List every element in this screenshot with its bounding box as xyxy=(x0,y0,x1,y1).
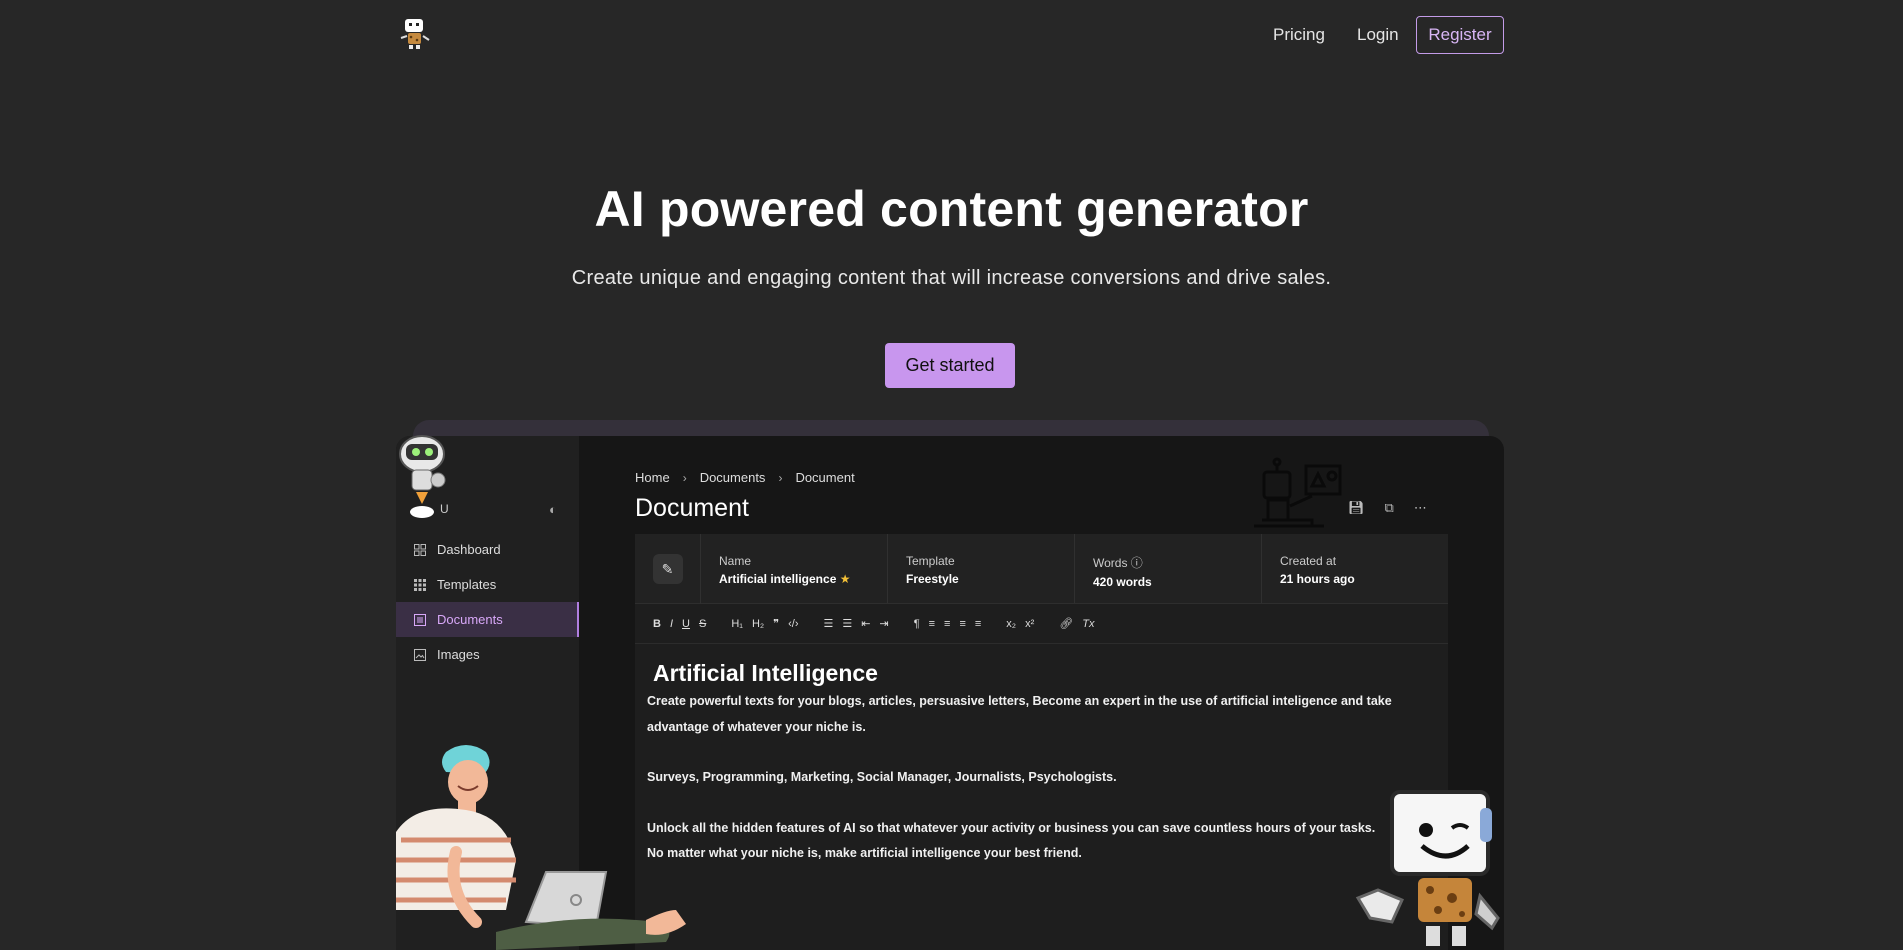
info-icon[interactable]: ⓘ xyxy=(1131,556,1143,570)
robot-logo-icon[interactable] xyxy=(397,16,433,52)
align-right-icon[interactable]: ≡ xyxy=(959,618,965,630)
robot-desk-illustration xyxy=(1254,457,1342,528)
sidebar-item-dashboard[interactable]: Dashboard xyxy=(396,532,579,567)
align-center-icon[interactable]: ≡ xyxy=(944,618,950,630)
document-icon xyxy=(413,613,427,627)
pricing-link[interactable]: Pricing xyxy=(1273,25,1325,45)
login-link[interactable]: Login xyxy=(1357,25,1399,45)
more-icon[interactable]: ⋯ xyxy=(1414,500,1427,516)
dots-grid-icon xyxy=(413,578,427,592)
ordered-list-icon[interactable]: ☰ xyxy=(824,617,834,630)
breadcrumb-home[interactable]: Home xyxy=(635,470,670,485)
editor-paragraph: Create powerful texts for your blogs, ar… xyxy=(647,694,1392,734)
breadcrumb-document: Document xyxy=(795,470,855,485)
align-left-icon[interactable]: ≡ xyxy=(929,618,935,630)
theme-toggle-icon[interactable]: ◐ xyxy=(549,502,557,517)
align-justify-icon[interactable]: ≡ xyxy=(975,618,981,630)
magic-pen-icon: ✎ xyxy=(652,554,683,584)
hero-subtitle: Create unique and engaging content that … xyxy=(571,267,1332,289)
hero-title: AI powered content generator xyxy=(594,181,1309,237)
subscript-icon[interactable]: x₂ xyxy=(1006,618,1016,630)
breadcrumb: Home › Documents › Document xyxy=(635,470,855,485)
sidebar-item-images[interactable]: Images xyxy=(396,637,579,672)
page-title: Document xyxy=(635,494,749,522)
editor-paragraph: No matter what your niche is, make artif… xyxy=(647,846,1082,860)
sidebar-item-label: Images xyxy=(437,647,480,662)
meta-name: Name Artificial intelligence ★ xyxy=(701,534,888,603)
chevron-right-icon: › xyxy=(778,470,783,485)
meta-label: Name xyxy=(719,554,752,568)
sidebar-item-label: Documents xyxy=(437,612,503,627)
meta-value: 420 words xyxy=(1093,575,1152,589)
quote-icon[interactable]: ❞ xyxy=(773,617,779,630)
register-button[interactable]: Register xyxy=(1416,16,1504,54)
grid-icon xyxy=(413,543,427,557)
person-laptop-illustration xyxy=(396,745,686,950)
clear-format-icon[interactable]: Tx xyxy=(1082,618,1094,630)
meta-icon-cell: ✎ xyxy=(635,534,701,604)
image-icon xyxy=(413,648,427,662)
text-direction-icon[interactable]: ¶ xyxy=(914,618,920,630)
meta-template: Template Freestyle xyxy=(888,534,1075,603)
winking-robot-illustration xyxy=(1355,790,1500,946)
superscript-icon[interactable]: x² xyxy=(1025,618,1034,630)
link-icon[interactable]: 🔗︎ xyxy=(1059,617,1073,630)
sidebar-item-templates[interactable]: Templates xyxy=(396,567,579,602)
get-started-button[interactable]: Get started xyxy=(885,343,1015,388)
meta-created: Created at 21 hours ago xyxy=(1262,534,1448,603)
bold-icon[interactable]: B xyxy=(653,618,661,630)
editor-heading: Artificial Intelligence xyxy=(653,660,878,686)
sidebar-item-label: Dashboard xyxy=(437,542,501,557)
editor-content[interactable]: Artificial Intelligence Create powerful … xyxy=(635,644,1448,950)
meta-label: Created at xyxy=(1280,554,1337,568)
underline-icon[interactable]: U xyxy=(682,618,690,630)
bullet-list-icon[interactable]: ☰ xyxy=(842,617,852,630)
meta-value: Artificial intelligence ★ xyxy=(719,572,869,586)
editor-blank-line xyxy=(647,740,1436,765)
top-nav: Pricing Login Register xyxy=(0,0,1903,70)
strike-icon[interactable]: S xyxy=(699,618,706,630)
heading2-icon[interactable]: H₂ xyxy=(752,618,764,630)
copy-icon[interactable]: ⧉ xyxy=(1385,500,1394,516)
sidebar-item-documents[interactable]: Documents xyxy=(396,602,579,637)
outdent-icon[interactable]: ⇤ xyxy=(861,617,870,630)
meta-label-text: Words xyxy=(1093,556,1128,570)
flying-robot-illustration xyxy=(399,435,446,518)
meta-value: 21 hours ago xyxy=(1280,572,1355,586)
editor-toolbar: B I U S H₁ H₂ ❞ ‹/› ☰ ☰ ⇤ ⇥ ¶ ≡ ≡ ≡ ≡ x₂… xyxy=(635,604,1448,644)
star-icon[interactable]: ★ xyxy=(840,572,851,586)
document-name: Artificial intelligence xyxy=(719,572,837,586)
editor-paragraph: Unlock all the hidden features of AI so … xyxy=(647,820,1376,835)
indent-icon[interactable]: ⇥ xyxy=(879,617,888,630)
document-meta: ✎ Name Artificial intelligence ★ Templat… xyxy=(635,534,1448,604)
breadcrumb-documents[interactable]: Documents xyxy=(700,470,766,485)
editor-blank-line xyxy=(647,791,1436,816)
heading1-icon[interactable]: H₁ xyxy=(731,618,743,630)
document-actions: 💾︎ ⧉ ⋯ xyxy=(1348,500,1427,516)
code-icon[interactable]: ‹/› xyxy=(788,618,798,630)
editor-paragraph: Surveys, Programming, Marketing, Social … xyxy=(647,770,1117,784)
italic-icon[interactable]: I xyxy=(670,618,673,630)
meta-words: Words ⓘ 420 words xyxy=(1075,534,1262,603)
meta-label: Template xyxy=(906,554,955,568)
sidebar-item-label: Templates xyxy=(437,577,497,592)
save-icon[interactable]: 💾︎ xyxy=(1348,500,1365,516)
chevron-right-icon: › xyxy=(682,470,687,485)
meta-label: Words ⓘ xyxy=(1093,554,1243,571)
meta-value: Freestyle xyxy=(906,572,959,586)
